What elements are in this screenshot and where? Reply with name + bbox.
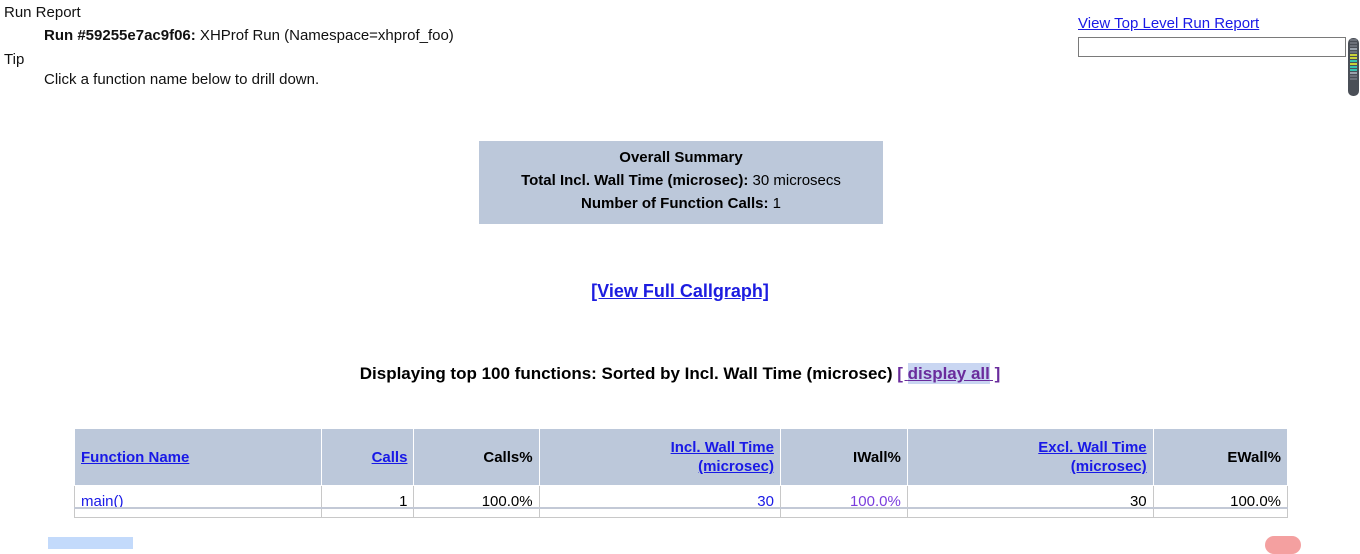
displaying-summary-text: Displaying top 100 functions: Sorted by … [359,364,898,383]
cell-ewall-percent: 100.0% [1152,485,1289,518]
bottom-divider [74,507,1288,509]
tip-label: Tip [4,51,25,68]
cell-calls-percent: 100.0% [413,485,540,518]
display-all-label: display all [907,363,990,384]
total-incl-wall-time-value: 30 microsecs [748,172,841,189]
functions-table-head: Function Name Calls Calls% Incl. Wall Ti… [73,428,1289,486]
sort-by-incl-wall-time-link[interactable]: Incl. Wall Time (microsec) [671,439,774,475]
bracket-open: [ [897,364,908,383]
column-header-calls-percent: Calls% [413,428,540,486]
vertical-scrollbar-track[interactable] [1346,0,1360,542]
run-identifier-line: Run #59255e7ac9f06: XHProf Run (Namespac… [44,27,454,45]
overall-summary-title: Overall Summary [619,149,743,166]
sort-by-calls-link[interactable]: Calls [372,449,408,466]
column-header-incl-wall-time[interactable]: Incl. Wall Time (microsec) [538,428,781,486]
column-header-excl-wall-time[interactable]: Excl. Wall Time (microsec) [906,428,1154,486]
search-input[interactable] [1078,37,1346,57]
view-top-level-run-report-link[interactable]: View Top Level Run Report [1078,15,1259,32]
cell-function-name[interactable]: main() [73,485,323,518]
sort-by-function-name-link[interactable]: Function Name [81,449,189,466]
sort-by-excl-wall-time-link[interactable]: Excl. Wall Time (microsec) [1038,439,1146,475]
excl-wall-time-line1: Excl. Wall Time [1038,439,1147,456]
cell-excl-wall-time: 30 [906,485,1154,518]
display-all-link[interactable]: [ display all ] [897,363,1000,384]
cell-incl-wall-time: 30 [538,485,781,518]
bracket-close: ] [989,364,1001,383]
calls-percent-label: Calls% [483,448,533,466]
run-description: XHProf Run (Namespace=xhprof_foo) [195,27,454,44]
vertical-scrollbar-thumb[interactable] [1348,38,1359,96]
incl-wall-time-line2: (microsec) [698,458,774,475]
functions-table-body: main() 1 100.0% 30 100.0% 30 100.0% [73,485,1289,518]
table-header-row: Function Name Calls Calls% Incl. Wall Ti… [73,428,1289,486]
ewall-percent-label: EWall% [1227,448,1281,466]
bottom-right-notification-pill [1265,536,1301,554]
number-of-function-calls-value: 1 [768,195,781,212]
bottom-left-highlight-chip [48,537,133,549]
number-of-function-calls-row: Number of Function Calls: 1 [479,192,883,215]
iwall-percent-label: IWall% [853,448,901,466]
column-header-iwall-percent: IWall% [779,428,908,486]
total-incl-wall-time-row: Total Incl. Wall Time (microsec): 30 mic… [479,169,883,192]
view-full-callgraph-link[interactable]: [View Full Callgraph] [591,281,769,301]
callgraph-link-container: [View Full Callgraph] [0,281,1360,302]
column-header-ewall-percent: EWall% [1152,428,1289,486]
total-incl-wall-time-label: Total Incl. Wall Time (microsec): [521,172,749,189]
overall-summary-box: Overall Summary Total Incl. Wall Time (m… [479,141,883,224]
tip-text: Click a function name below to drill dow… [44,71,320,88]
displaying-summary-line: Displaying top 100 functions: Sorted by … [0,363,1360,384]
excl-wall-time-line2: (microsec) [1070,458,1147,475]
table-row: main() 1 100.0% 30 100.0% 30 100.0% [73,485,1289,518]
functions-table: Function Name Calls Calls% Incl. Wall Ti… [73,428,1289,518]
number-of-function-calls-label: Number of Function Calls: [580,195,769,212]
run-id: Run #59255e7ac9f06: [44,27,196,44]
cell-calls: 1 [321,485,415,518]
column-header-function-name[interactable]: Function Name [73,428,323,486]
column-header-calls[interactable]: Calls [321,428,415,486]
incl-wall-time-line1: Incl. Wall Time [670,439,774,456]
run-report-label: Run Report [4,4,81,21]
cell-iwall-percent: 100.0% [779,485,908,518]
